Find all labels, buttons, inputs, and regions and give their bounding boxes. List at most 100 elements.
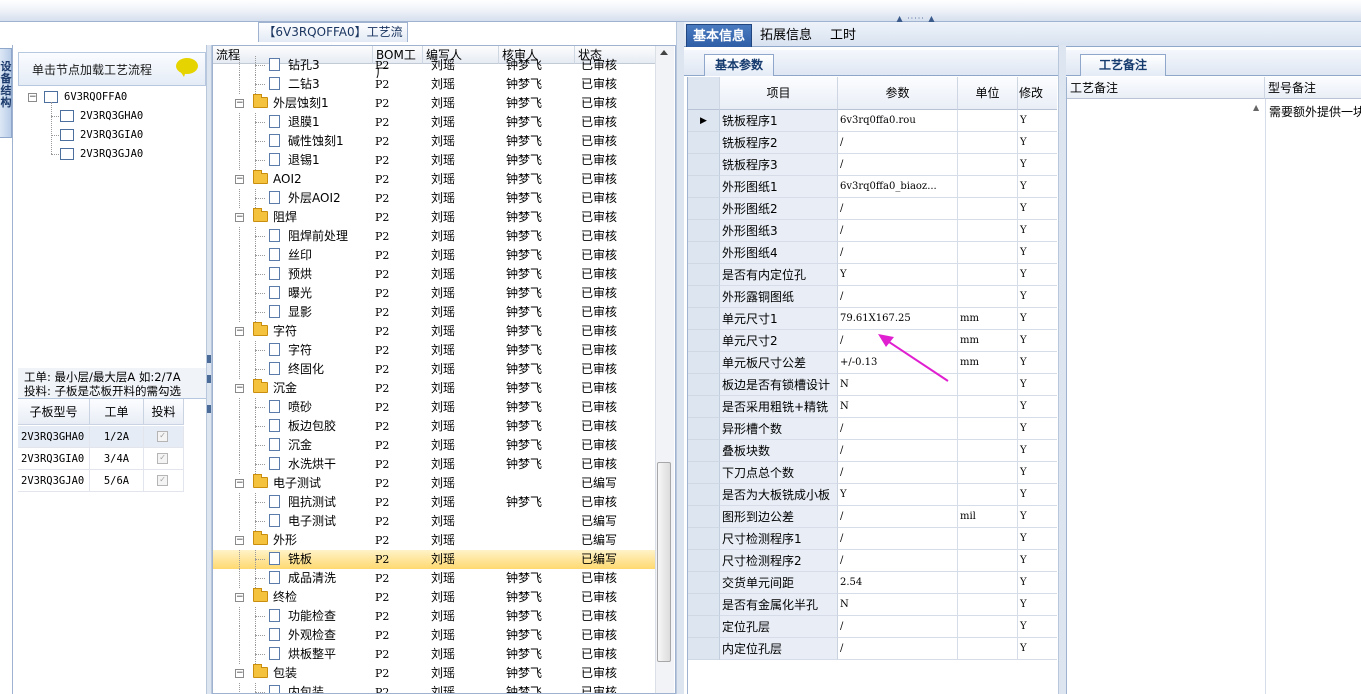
row-indicator[interactable] <box>688 352 720 374</box>
col-header-param[interactable]: 参数 <box>838 77 958 110</box>
process-row[interactable]: 曝光 P2 刘瑶 钟梦飞 已审核 <box>213 284 656 303</box>
param-row[interactable]: ▶ 铣板程序1 6v3rq0ffa0.rou Y <box>688 110 1057 132</box>
param-modify[interactable]: Y <box>1018 308 1057 330</box>
param-value[interactable]: / <box>838 616 958 638</box>
process-row[interactable]: − 终检 P2 刘瑶 钟梦飞 已审核 <box>213 588 656 607</box>
param-modify[interactable]: Y <box>1018 220 1057 242</box>
col-header-model-remark[interactable]: 型号备注 <box>1265 77 1361 99</box>
param-row[interactable]: 铣板程序3/ Y <box>688 154 1057 176</box>
row-indicator[interactable] <box>688 242 720 264</box>
process-row[interactable]: 板边包胶 P2 刘瑶 钟梦飞 已审核 <box>213 417 656 436</box>
param-value[interactable]: Y <box>838 264 958 286</box>
param-unit[interactable] <box>958 176 1018 198</box>
chat-bubble-icon[interactable] <box>176 58 198 77</box>
process-row[interactable]: 烘板整平 P2 刘瑶 钟梦飞 已审核 <box>213 645 656 664</box>
row-indicator[interactable] <box>688 176 720 198</box>
process-row[interactable]: − 阻焊 P2 刘瑶 钟梦飞 已审核 <box>213 208 656 227</box>
feed-checkbox[interactable]: ✓ <box>157 475 168 486</box>
tree-child-node[interactable]: 2V3RQ3GIA0 <box>60 126 143 144</box>
param-modify[interactable]: Y <box>1018 198 1057 220</box>
process-row[interactable]: 外观检查 P2 刘瑶 钟梦飞 已审核 <box>213 626 656 645</box>
param-unit[interactable] <box>958 110 1018 132</box>
param-unit[interactable] <box>958 418 1018 440</box>
process-row[interactable]: 碱性蚀刻1 P2 刘瑶 钟梦飞 已审核 <box>213 132 656 151</box>
param-unit[interactable] <box>958 286 1018 308</box>
param-modify[interactable]: Y <box>1018 352 1057 374</box>
subboard-row[interactable]: 2V3RQ3GHA0 1/2A ✓ <box>18 426 184 448</box>
param-modify[interactable]: Y <box>1018 506 1057 528</box>
param-row[interactable]: 定位孔层 / Y <box>688 616 1057 638</box>
param-row[interactable]: 异形槽个数 / Y <box>688 418 1057 440</box>
process-row[interactable]: 喷砂 P2 刘瑶 钟梦飞 已审核 <box>213 398 656 417</box>
right-splitter[interactable] <box>676 22 684 694</box>
process-row[interactable]: − 沉金 P2 刘瑶 钟梦飞 已审核 <box>213 379 656 398</box>
param-row[interactable]: 尺寸检测程序1/ Y <box>688 528 1057 550</box>
subboard-order[interactable]: 1/2A <box>90 426 144 448</box>
process-row[interactable]: 丝印 P2 刘瑶 钟梦飞 已审核 <box>213 246 656 265</box>
row-indicator[interactable] <box>688 550 720 572</box>
scroll-thumb[interactable] <box>657 462 671 662</box>
process-row[interactable]: 字符 P2 刘瑶 钟梦飞 已审核 <box>213 341 656 360</box>
process-row[interactable]: − 包装 P2 刘瑶 钟梦飞 已审核 <box>213 664 656 683</box>
row-indicator[interactable] <box>688 638 720 660</box>
param-modify[interactable]: Y <box>1018 264 1057 286</box>
param-row[interactable]: 外形图纸2/ Y <box>688 198 1057 220</box>
col-header-order[interactable]: 工单 <box>90 399 144 425</box>
collapse-icon[interactable]: − <box>235 175 244 184</box>
row-indicator[interactable] <box>688 616 720 638</box>
param-row[interactable]: 下刀点总个数 / Y <box>688 462 1057 484</box>
param-row[interactable]: 外形图纸3/ Y <box>688 220 1057 242</box>
splitter-arrow-icon[interactable] <box>207 355 211 363</box>
process-row[interactable]: 阻焊前处理 P2 刘瑶 钟梦飞 已审核 <box>213 227 656 246</box>
param-unit[interactable] <box>958 616 1018 638</box>
param-value[interactable]: / <box>838 418 958 440</box>
col-header-modify[interactable]: 修改 <box>1018 77 1057 110</box>
row-indicator[interactable] <box>688 308 720 330</box>
param-row[interactable]: 是否有金属化半孔 N Y <box>688 594 1057 616</box>
process-row[interactable]: 电子测试 P2 刘瑶 已编写 <box>213 512 656 531</box>
process-row[interactable]: 显影 P2 刘瑶 钟梦飞 已审核 <box>213 303 656 322</box>
process-row[interactable]: 成品清洗 P2 刘瑶 钟梦飞 已审核 <box>213 569 656 588</box>
param-unit[interactable] <box>958 198 1018 220</box>
process-row[interactable]: 铣板 P2 刘瑶 已编写 <box>213 550 656 569</box>
row-indicator[interactable] <box>688 418 720 440</box>
param-unit[interactable] <box>958 242 1018 264</box>
param-value[interactable]: N <box>838 396 958 418</box>
scroll-up-icon[interactable] <box>660 50 668 55</box>
row-indicator[interactable] <box>688 528 720 550</box>
row-indicator[interactable] <box>688 440 720 462</box>
model-remark-text[interactable]: 需要额外提供一块 <box>1269 103 1361 120</box>
subboard-row[interactable]: 2V3RQ3GJA0 5/6A ✓ <box>18 470 184 492</box>
row-indicator[interactable] <box>688 484 720 506</box>
param-unit[interactable] <box>958 462 1018 484</box>
row-indicator[interactable] <box>688 330 720 352</box>
param-unit[interactable] <box>958 528 1018 550</box>
param-row[interactable]: 是否有内定位孔 Y Y <box>688 264 1057 286</box>
param-unit[interactable]: mil <box>958 506 1018 528</box>
param-row[interactable]: 单元尺寸1 79.61X167.25 mm Y <box>688 308 1057 330</box>
param-value[interactable]: / <box>838 550 958 572</box>
col-header-model[interactable]: 子板型号 <box>18 399 90 425</box>
collapse-icon[interactable]: − <box>235 327 244 336</box>
collapse-icon[interactable]: − <box>235 669 244 678</box>
scroll-up-icon[interactable]: ▲ <box>1253 103 1259 112</box>
param-modify[interactable]: Y <box>1018 616 1057 638</box>
param-unit[interactable]: mm <box>958 330 1018 352</box>
process-row[interactable]: 二钻3 P2 刘瑶 钟梦飞 已审核 <box>213 75 656 94</box>
param-row[interactable]: 是否为大板铣成小板 Y Y <box>688 484 1057 506</box>
param-modify[interactable]: Y <box>1018 638 1057 660</box>
process-row[interactable]: − AOI2 P2 刘瑶 钟梦飞 已审核 <box>213 170 656 189</box>
feed-checkbox[interactable]: ✓ <box>157 431 168 442</box>
param-row[interactable]: 图形到边公差 / mil Y <box>688 506 1057 528</box>
row-indicator[interactable] <box>688 264 720 286</box>
process-row[interactable]: 阻抗测试 P2 刘瑶 钟梦飞 已审核 <box>213 493 656 512</box>
process-row[interactable]: − 电子测试 P2 刘瑶 已编写 <box>213 474 656 493</box>
subboard-order[interactable]: 3/4A <box>90 448 144 470</box>
param-modify[interactable]: Y <box>1018 132 1057 154</box>
param-modify[interactable]: Y <box>1018 462 1057 484</box>
param-row[interactable]: 内定位孔层 / Y <box>688 638 1057 660</box>
tree-child-node[interactable]: 2V3RQ3GHA0 <box>60 107 143 125</box>
process-row[interactable]: 水洗烘干 P2 刘瑶 钟梦飞 已审核 <box>213 455 656 474</box>
param-modify[interactable]: Y <box>1018 286 1057 308</box>
param-modify[interactable]: Y <box>1018 242 1057 264</box>
